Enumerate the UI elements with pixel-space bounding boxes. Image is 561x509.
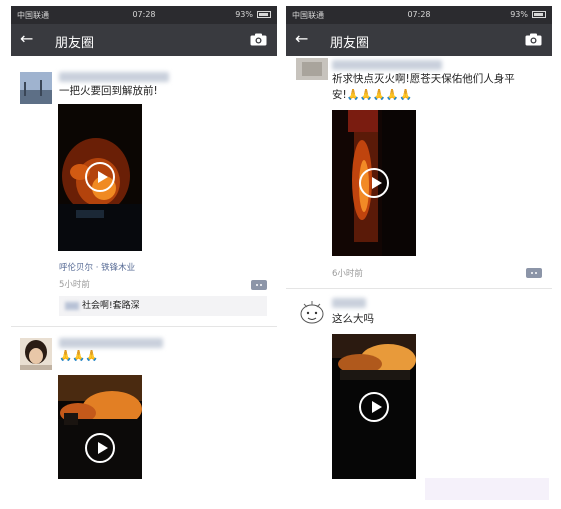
- post-text-line2: 安!🙏🙏🙏🙏🙏: [332, 89, 413, 101]
- moments-feed: 祈求快点灭火啊!愿苍天保佑他们人身平 安!🙏🙏🙏🙏🙏 6小时前 这么大吗: [286, 56, 552, 479]
- avatar[interactable]: [296, 296, 328, 328]
- post-text-line1: 祈求快点灭火啊!愿苍天保佑他们人身平: [332, 73, 515, 85]
- commenter-name-blurred[interactable]: [65, 301, 79, 310]
- play-button[interactable]: [85, 162, 115, 192]
- comment-text: 社会啊!套路深: [82, 301, 140, 311]
- username-blurred[interactable]: [332, 298, 366, 308]
- camera-icon[interactable]: [525, 33, 542, 46]
- post-text: 🙏🙏🙏: [59, 350, 99, 362]
- comment-list: 社会啊!套路深: [59, 296, 267, 316]
- back-arrow-icon[interactable]: ←: [295, 29, 308, 49]
- play-button[interactable]: [359, 392, 389, 422]
- post-divider: [11, 326, 277, 327]
- left-phone-screen: 中国联通 07:28 93% ← 朋友圈 一把火要回到解放前! 呼伦贝尔 · 铁…: [11, 6, 277, 479]
- moments-feed: 一把火要回到解放前! 呼伦贝尔 · 铁锋木业 5小时前 社会啊!套路深 🙏🙏🙏: [11, 56, 277, 479]
- post-time: 5小时前: [59, 280, 90, 290]
- username-blurred[interactable]: [59, 338, 163, 348]
- nav-bar: ← 朋友圈: [11, 24, 277, 56]
- comment-icon[interactable]: [251, 280, 267, 290]
- page-title: 朋友圈: [55, 36, 95, 51]
- battery-label: 93%: [235, 10, 253, 19]
- comment-icon[interactable]: [526, 268, 542, 278]
- status-bar: 中国联通 07:28 93%: [11, 6, 277, 24]
- username-blurred[interactable]: [59, 72, 169, 82]
- back-arrow-icon[interactable]: ←: [20, 29, 33, 49]
- video-thumbnail[interactable]: [58, 104, 142, 251]
- location-label[interactable]: 呼伦贝尔 · 铁锋木业: [59, 261, 135, 273]
- play-button[interactable]: [85, 433, 115, 463]
- nav-bar: ← 朋友圈: [286, 24, 552, 56]
- username-blurred[interactable]: [332, 60, 442, 70]
- right-phone-screen: 中国联通 07:28 93% ← 朋友圈 祈求快点灭火啊!愿苍天保佑他们人身平 …: [286, 6, 552, 479]
- battery-icon: [257, 11, 271, 18]
- avatar[interactable]: [20, 338, 52, 370]
- post-text: 这么大吗: [332, 313, 374, 325]
- avatar[interactable]: [296, 58, 328, 80]
- background-strip: [425, 478, 549, 500]
- battery-icon: [532, 11, 546, 18]
- video-thumbnail[interactable]: [332, 334, 416, 479]
- post-time: 6小时前: [332, 269, 363, 279]
- post-divider: [286, 288, 552, 289]
- camera-icon[interactable]: [250, 33, 267, 46]
- page-title: 朋友圈: [330, 36, 370, 51]
- post-text: 一把火要回到解放前!: [59, 85, 158, 97]
- battery-label: 93%: [510, 10, 528, 19]
- play-button[interactable]: [359, 168, 389, 198]
- avatar[interactable]: [20, 72, 52, 104]
- video-thumbnail[interactable]: [332, 110, 416, 256]
- video-thumbnail[interactable]: [58, 375, 142, 479]
- status-bar: 中国联通 07:28 93%: [286, 6, 552, 24]
